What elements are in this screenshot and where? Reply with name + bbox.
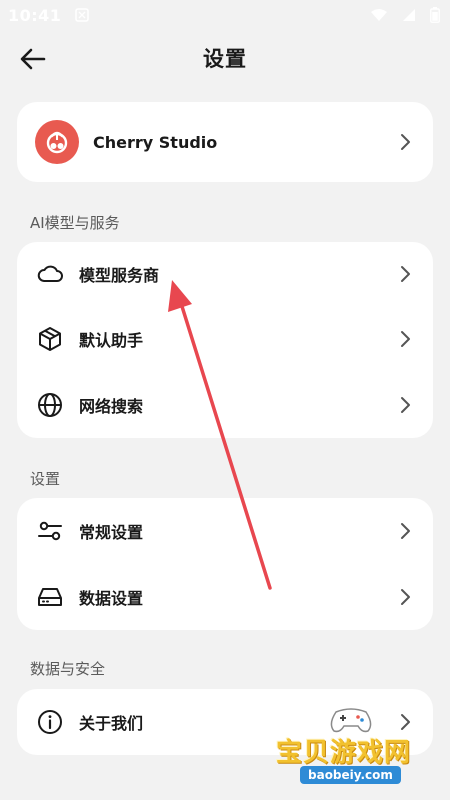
menu-item-default-assistant[interactable]: 默认助手 bbox=[17, 306, 433, 372]
profile-row[interactable]: Cherry Studio bbox=[17, 102, 433, 182]
watermark-url: baobeiy.com bbox=[300, 766, 401, 784]
menu-item-label: 网络搜索 bbox=[79, 397, 144, 416]
chevron-right-icon bbox=[401, 266, 410, 282]
battery-icon bbox=[430, 7, 440, 23]
sliders-icon bbox=[35, 516, 65, 546]
menu-item-label: 关于我们 bbox=[79, 714, 144, 733]
settings-screen: 10:41 设置 Cherry Studio AI模型与服务 模型服务商 默认助… bbox=[0, 0, 450, 800]
menu-item-general-settings[interactable]: 常规设置 bbox=[17, 498, 433, 564]
cloud-icon bbox=[35, 259, 65, 289]
menu-item-web-search[interactable]: 网络搜索 bbox=[17, 372, 433, 438]
arrow-left-icon bbox=[20, 48, 46, 70]
profile-name: Cherry Studio bbox=[93, 132, 218, 152]
menu-item-label: 数据设置 bbox=[79, 589, 144, 608]
menu-item-label: 模型服务商 bbox=[79, 266, 160, 285]
chevron-right-icon bbox=[401, 331, 410, 347]
page-title: 设置 bbox=[203, 47, 247, 71]
status-time: 10:41 bbox=[8, 5, 62, 25]
back-button[interactable] bbox=[18, 44, 48, 74]
app-header: 设置 bbox=[0, 36, 450, 80]
menu-item-data-settings[interactable]: 数据设置 bbox=[17, 564, 433, 630]
chevron-right-icon bbox=[401, 523, 410, 539]
chevron-right-icon bbox=[401, 589, 410, 605]
hard-drive-icon bbox=[35, 582, 65, 612]
cherry-logo-icon bbox=[35, 120, 79, 164]
info-icon bbox=[35, 707, 65, 737]
menu-item-label: 常规设置 bbox=[79, 523, 144, 542]
globe-icon bbox=[35, 390, 65, 420]
menu-item-label: 默认助手 bbox=[79, 331, 144, 350]
menu-item-model-providers[interactable]: 模型服务商 bbox=[17, 242, 433, 306]
section-title-settings: 设置 bbox=[30, 470, 61, 488]
wifi-icon bbox=[371, 9, 387, 21]
status-bar: 10:41 bbox=[0, 0, 450, 30]
signal-icon bbox=[403, 9, 415, 21]
section-title-data-security: 数据与安全 bbox=[30, 660, 106, 678]
ai-services-card: 模型服务商 默认助手 网络搜索 bbox=[17, 242, 433, 438]
chevron-right-icon bbox=[401, 397, 410, 413]
notification-icon bbox=[75, 8, 90, 22]
profile-card: Cherry Studio bbox=[17, 102, 433, 182]
gamepad-icon bbox=[330, 708, 372, 733]
cube-icon bbox=[35, 324, 65, 354]
chevron-right-icon bbox=[401, 134, 410, 150]
section-title-ai: AI模型与服务 bbox=[30, 214, 120, 232]
watermark-logo: 宝贝游戏网 baobeiy.com bbox=[270, 700, 448, 800]
settings-card: 常规设置 数据设置 bbox=[17, 498, 433, 630]
watermark-text: 宝贝游戏网 bbox=[276, 738, 412, 768]
